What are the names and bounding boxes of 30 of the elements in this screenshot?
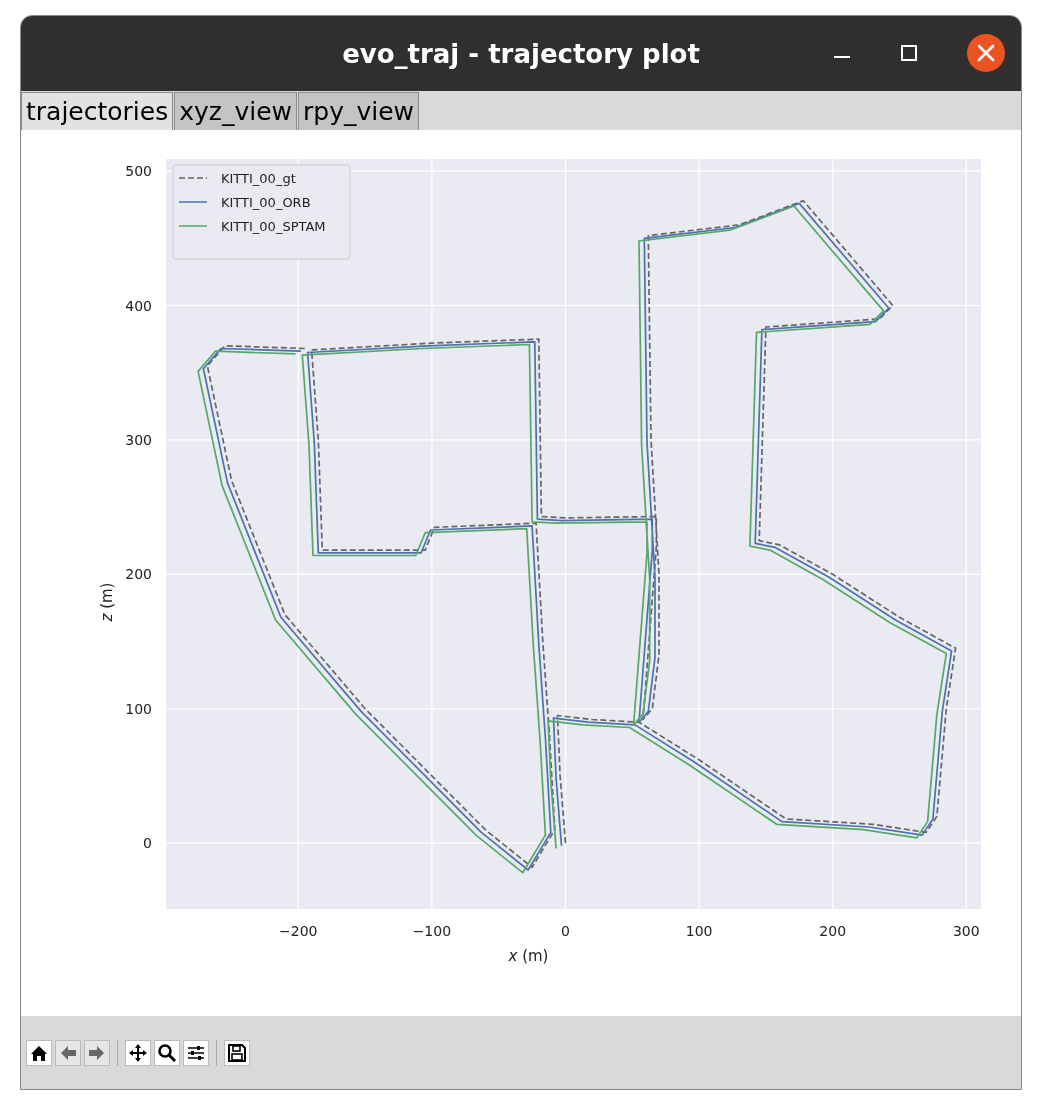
toolbar-button[interactable] (125, 1039, 151, 1066)
legend-label: KITTI_00_ORB (221, 195, 311, 210)
toolbar-button[interactable] (224, 1039, 250, 1066)
y-tick-label: 200 (125, 566, 152, 583)
y-tick-label: 500 (125, 163, 152, 180)
maximize-icon[interactable] (901, 45, 917, 61)
window-title: evo_traj - trajectory plot (342, 38, 700, 69)
close-icon[interactable] (967, 34, 1005, 72)
tab[interactable]: rpy_view (298, 92, 419, 130)
x-tick-label: 100 (685, 923, 713, 939)
y-tick-label: 400 (125, 297, 152, 314)
x-tick-label: 300 (952, 923, 980, 939)
magnifier-icon (157, 1042, 177, 1063)
x-tick-label: 0 (561, 923, 570, 939)
legend-label: KITTI_00_SPTAM (221, 219, 326, 234)
y-tick-label: 0 (143, 835, 152, 852)
toolbar-button[interactable] (183, 1039, 209, 1066)
tab[interactable]: xyz_view (174, 92, 297, 130)
y-axis-label: z (m) (98, 582, 116, 622)
toolbar-button[interactable] (26, 1039, 52, 1066)
move-arrows-icon (128, 1042, 148, 1063)
x-tick-label: −200 (279, 923, 318, 939)
tab[interactable]: trajectories (21, 92, 174, 130)
y-tick-label: 300 (125, 431, 152, 448)
x-tick-label: −100 (412, 923, 452, 939)
legend-label: KITTI_00_gt (221, 171, 296, 186)
toolbar-button[interactable] (154, 1039, 180, 1066)
y-tick-label: 100 (125, 700, 152, 717)
x-tick-label: 200 (819, 923, 847, 939)
x-axis-label: x (m) (508, 947, 549, 965)
